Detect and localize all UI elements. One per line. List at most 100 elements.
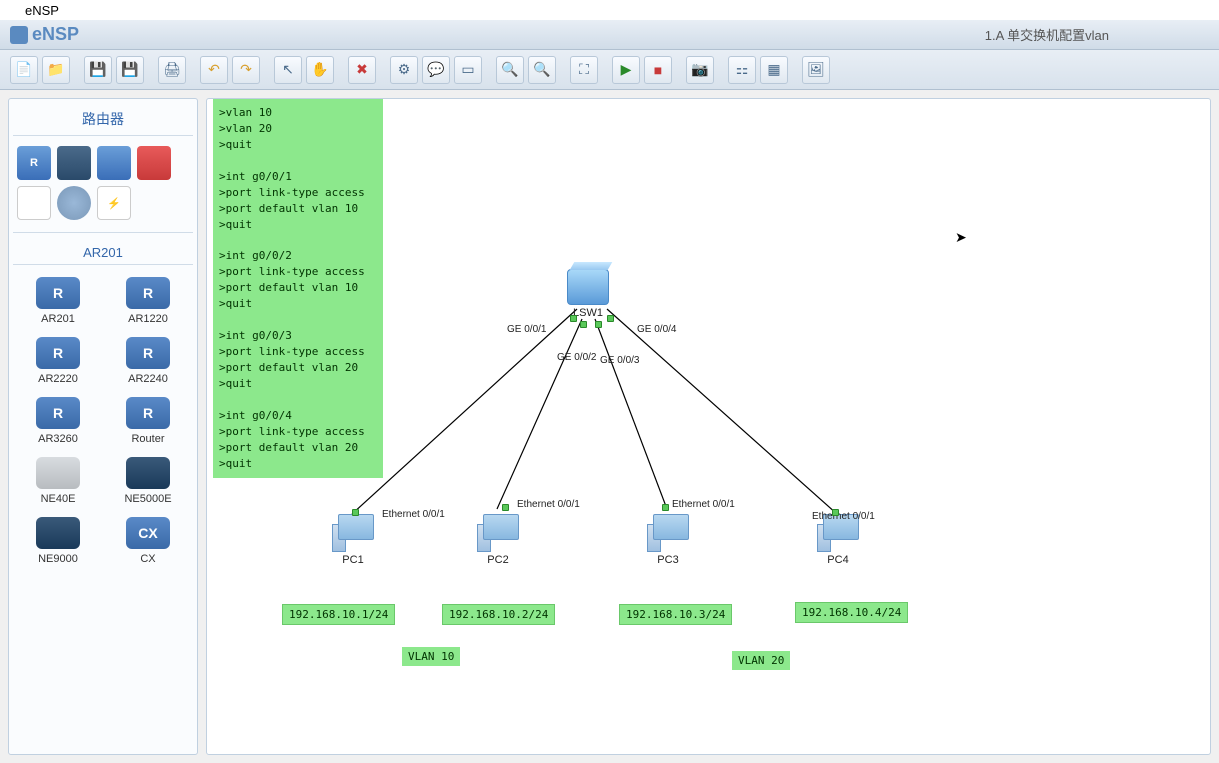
port-label-ge3: GE 0/0/3 bbox=[600, 355, 639, 366]
rect-button[interactable]: ▭ bbox=[454, 56, 482, 84]
pc1-ip[interactable]: 192.168.10.1/24 bbox=[282, 604, 395, 625]
zoom-in-button[interactable]: 🔍 bbox=[496, 56, 524, 84]
pc2-port: Ethernet 0/0/1 bbox=[517, 499, 580, 510]
palette-cloud-icon[interactable] bbox=[57, 186, 91, 220]
device-sidebar: 路由器 R⚡ AR201 RAR201RAR1220RAR2220RAR2240… bbox=[8, 98, 198, 755]
device-NE5000E[interactable]: NE5000E bbox=[107, 457, 189, 505]
device-label: NE5000E bbox=[124, 493, 171, 505]
pc4-label: PC4 bbox=[827, 554, 848, 566]
stop-button[interactable]: ■ bbox=[644, 56, 672, 84]
device-icon bbox=[126, 457, 170, 489]
device-label: AR2240 bbox=[128, 373, 168, 385]
device-CX[interactable]: CXCX bbox=[107, 517, 189, 565]
device-icon: R bbox=[36, 397, 80, 429]
device-label: AR1220 bbox=[128, 313, 168, 325]
open-button[interactable]: 📁 bbox=[42, 56, 70, 84]
palette-other-icon[interactable]: ⚡ bbox=[97, 186, 131, 220]
pc-icon bbox=[332, 514, 374, 552]
device-AR2240[interactable]: R AR2240 bbox=[107, 337, 189, 385]
device-NE40E[interactable]: NE40E bbox=[17, 457, 99, 505]
app-name: eNSP bbox=[32, 24, 79, 45]
redo-button[interactable]: ↷ bbox=[232, 56, 260, 84]
pan-button[interactable]: ✋ bbox=[306, 56, 334, 84]
link-dot bbox=[832, 509, 839, 516]
pc1-port: Ethernet 0/0/1 bbox=[382, 509, 445, 520]
fit-button[interactable]: ⛶ bbox=[570, 56, 598, 84]
device-icon: R bbox=[126, 277, 170, 309]
pc4-ip[interactable]: 192.168.10.4/24 bbox=[795, 602, 908, 623]
pc2-label: PC2 bbox=[487, 554, 508, 566]
mac-menubar: eNSP bbox=[0, 0, 1219, 20]
select-button[interactable]: ↖ bbox=[274, 56, 302, 84]
device-label: NE9000 bbox=[38, 553, 78, 565]
device-icon: CX bbox=[126, 517, 170, 549]
undo-button[interactable]: ↶ bbox=[200, 56, 228, 84]
pc2-device[interactable]: PC2 bbox=[477, 514, 519, 566]
link-lines bbox=[207, 99, 1210, 754]
link-dot bbox=[352, 509, 359, 516]
text-button[interactable]: 💬 bbox=[422, 56, 450, 84]
link-dot bbox=[580, 321, 587, 328]
port-label-ge1: GE 0/0/1 bbox=[507, 324, 546, 335]
port-label-ge4: GE 0/0/4 bbox=[637, 324, 676, 335]
save-button[interactable]: 💾 bbox=[84, 56, 112, 84]
device-Router[interactable]: R Router bbox=[107, 397, 189, 445]
pc3-device[interactable]: PC3 bbox=[647, 514, 689, 566]
palette-grid: R⚡ bbox=[13, 142, 193, 224]
switch-icon bbox=[567, 269, 609, 305]
device-label: NE40E bbox=[41, 493, 76, 505]
switch-device[interactable]: LSW1 bbox=[567, 269, 609, 319]
toolbar: 📄📁 💾💾 🖨 ↶↷ ↖✋ ✖ ⚙💬▭ 🔍🔍 ⛶ ▶■ 📷 ⚏▦ 🖼 bbox=[0, 50, 1219, 90]
title-bar: eNSP 1.A 单交换机配置vlan bbox=[0, 20, 1219, 50]
device-label: AR2220 bbox=[38, 373, 78, 385]
pc4-port: Ethernet 0/0/1 bbox=[812, 511, 875, 522]
device-AR201[interactable]: RAR201 bbox=[17, 277, 99, 325]
device-icon: R bbox=[126, 397, 170, 429]
device-NE9000[interactable]: NE9000 bbox=[17, 517, 99, 565]
link-dot bbox=[662, 504, 669, 511]
palette-switch-icon[interactable] bbox=[57, 146, 91, 180]
palette-pc-icon[interactable] bbox=[17, 186, 51, 220]
palette-firewall-icon[interactable] bbox=[137, 146, 171, 180]
snapshot-button[interactable]: 🖼 bbox=[802, 56, 830, 84]
start-button[interactable]: ▶ bbox=[612, 56, 640, 84]
app-menu[interactable]: eNSP bbox=[25, 3, 59, 18]
pc3-ip[interactable]: 192.168.10.3/24 bbox=[619, 604, 732, 625]
arrange-button[interactable]: ⚏ bbox=[728, 56, 756, 84]
link-dot bbox=[607, 315, 614, 322]
delete-button[interactable]: ✖ bbox=[348, 56, 376, 84]
zoom-out-button[interactable]: 🔍 bbox=[528, 56, 556, 84]
device-label: Router bbox=[131, 433, 164, 445]
port-label-ge2: GE 0/0/2 bbox=[557, 352, 596, 363]
grid-button[interactable]: ▦ bbox=[760, 56, 788, 84]
config-button[interactable]: ⚙ bbox=[390, 56, 418, 84]
topology-canvas[interactable]: >vlan 10 >vlan 20 >quit >int g0/0/1 >por… bbox=[206, 98, 1211, 755]
pc-icon bbox=[477, 514, 519, 552]
vlan10-label[interactable]: VLAN 10 bbox=[402, 647, 460, 666]
device-label: AR201 bbox=[41, 313, 75, 325]
category-title: 路由器 bbox=[13, 103, 193, 136]
palette-wlan-icon[interactable] bbox=[97, 146, 131, 180]
app-logo-icon bbox=[10, 26, 28, 44]
pc1-device[interactable]: PC1 bbox=[332, 514, 374, 566]
app-logo: eNSP bbox=[10, 24, 79, 45]
palette-router-icon[interactable]: R bbox=[17, 146, 51, 180]
device-section-title: AR201 bbox=[13, 241, 193, 265]
link-dot bbox=[502, 504, 509, 511]
switch-label: LSW1 bbox=[573, 307, 603, 319]
save-all-button[interactable]: 💾 bbox=[116, 56, 144, 84]
print-button[interactable]: 🖨 bbox=[158, 56, 186, 84]
device-AR3260[interactable]: R AR3260 bbox=[17, 397, 99, 445]
pc2-ip[interactable]: 192.168.10.2/24 bbox=[442, 604, 555, 625]
vlan20-label[interactable]: VLAN 20 bbox=[732, 651, 790, 670]
cursor-icon: ➤ bbox=[955, 229, 967, 246]
device-AR1220[interactable]: R AR1220 bbox=[107, 277, 189, 325]
new-topo-button[interactable]: 📄 bbox=[10, 56, 38, 84]
device-label: AR3260 bbox=[38, 433, 78, 445]
device-AR2220[interactable]: RAR2220 bbox=[17, 337, 99, 385]
pc-icon bbox=[647, 514, 689, 552]
device-icon: R bbox=[126, 337, 170, 369]
capture-button[interactable]: 📷 bbox=[686, 56, 714, 84]
pc1-label: PC1 bbox=[342, 554, 363, 566]
link-dot bbox=[595, 321, 602, 328]
